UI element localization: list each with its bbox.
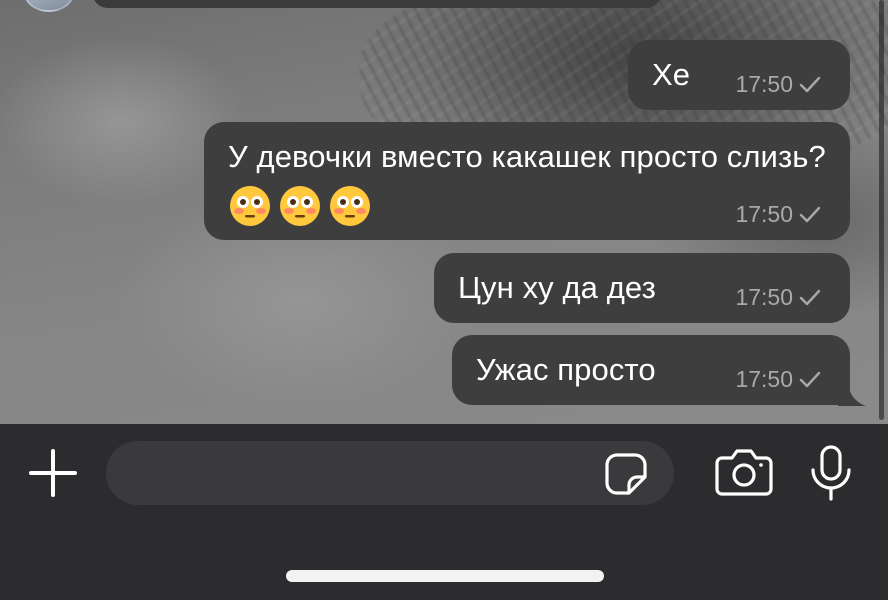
sent-check-icon bbox=[799, 371, 821, 387]
message-meta: 17:50 bbox=[735, 201, 822, 228]
message-meta: 17:50 bbox=[735, 71, 822, 98]
bubble-tail bbox=[838, 380, 866, 406]
home-indicator[interactable] bbox=[286, 570, 604, 582]
message-time: 17:50 bbox=[735, 284, 793, 310]
message-time: 17:50 bbox=[735, 201, 793, 227]
previous-message-bubble[interactable] bbox=[92, 0, 662, 8]
outgoing-message[interactable]: У девочки вместо какашек просто слизь? 1… bbox=[204, 122, 850, 240]
sent-check-icon bbox=[799, 76, 821, 92]
message-meta: 17:50 bbox=[735, 284, 822, 311]
sticker-icon[interactable] bbox=[603, 451, 649, 497]
flushed-emoji-icon bbox=[278, 186, 328, 227]
sent-check-icon bbox=[799, 206, 821, 222]
outgoing-message[interactable]: Хе 17:50 bbox=[628, 40, 850, 110]
message-input[interactable] bbox=[130, 441, 604, 507]
chat-wallpaper[interactable]: Хе 17:50 У девочки вместо какашек просто… bbox=[0, 0, 888, 424]
flushed-emoji-icon bbox=[228, 186, 278, 227]
camera-icon[interactable] bbox=[714, 446, 774, 498]
outgoing-message[interactable]: Ужас просто 17:50 bbox=[452, 335, 850, 405]
message-text: Хе bbox=[652, 57, 691, 92]
microphone-icon[interactable] bbox=[808, 444, 854, 502]
chat-screen: Хе 17:50 У девочки вместо какашек просто… bbox=[0, 0, 888, 600]
avatar[interactable] bbox=[24, 0, 74, 12]
message-meta: 17:50 bbox=[735, 366, 822, 393]
message-field[interactable] bbox=[106, 441, 674, 507]
scrollbar[interactable] bbox=[879, 0, 884, 420]
message-time: 17:50 bbox=[735, 71, 793, 97]
message-text: Цун ху да дез bbox=[458, 270, 656, 305]
message-text: Ужас просто bbox=[476, 352, 656, 387]
message-text: У девочки вместо какашек просто слизь? bbox=[228, 139, 826, 174]
message-time: 17:50 bbox=[735, 366, 793, 392]
outgoing-message[interactable]: Цун ху да дез 17:50 bbox=[434, 253, 850, 323]
sent-check-icon bbox=[799, 289, 821, 305]
plus-icon[interactable] bbox=[26, 446, 80, 500]
flushed-emoji-icon bbox=[328, 186, 378, 227]
